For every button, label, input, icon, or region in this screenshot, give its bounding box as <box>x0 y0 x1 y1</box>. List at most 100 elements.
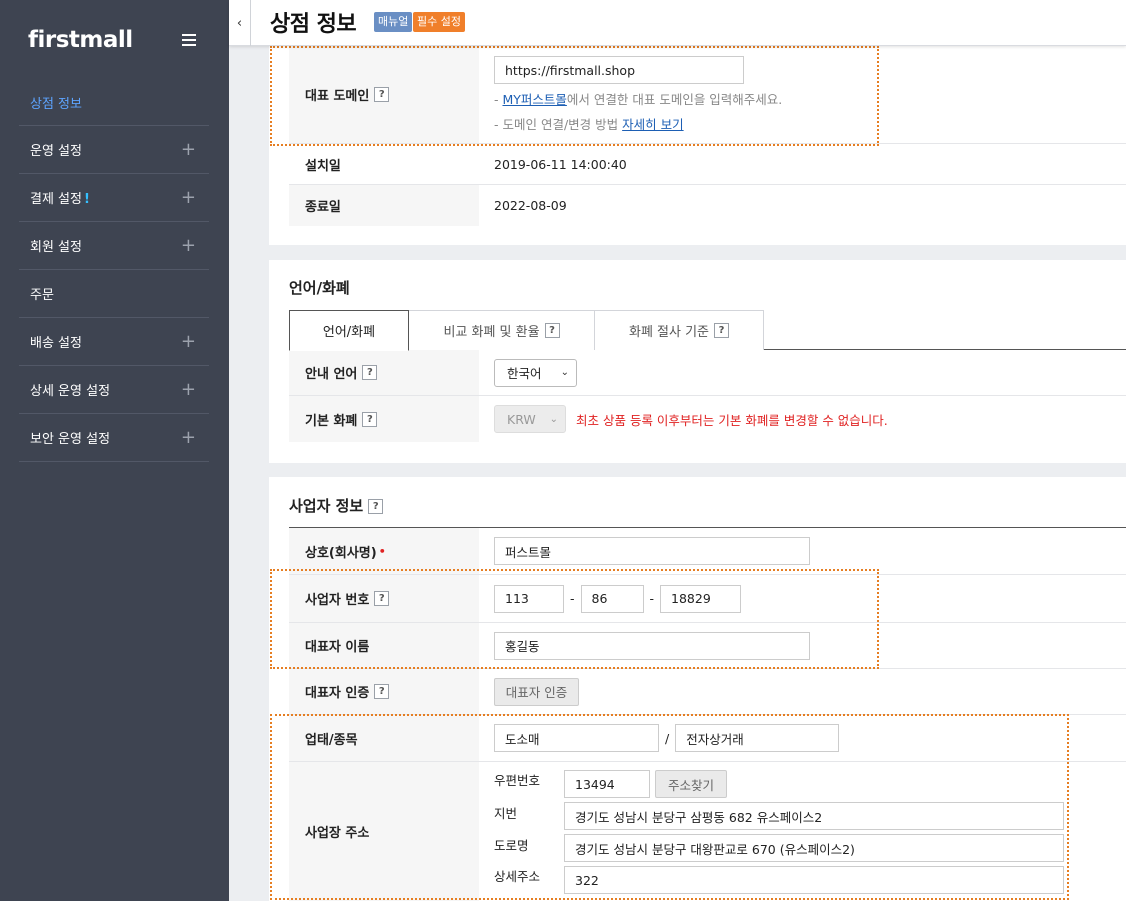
tab-label: 비교 화폐 및 환율 <box>443 325 540 340</box>
plus-icon[interactable]: + <box>181 380 196 399</box>
zip-input[interactable]: 13494 <box>564 770 650 798</box>
company-value-cell: 퍼스트몰 <box>479 528 1126 574</box>
language-select[interactable]: 한국어 ⌄ <box>494 358 577 387</box>
currency-select[interactable]: KRW ⌄ <box>494 405 566 433</box>
sidebar-nav: 상점 정보 운영 설정 + 결제 설정! + 회원 설정 + 주문 배송 설정 … <box>0 80 209 462</box>
chevron-left-icon: ‹ <box>236 15 243 31</box>
sidebar-item-text: 결제 설정 <box>30 192 82 207</box>
my-firstmall-link[interactable]: MY퍼스트몰 <box>502 92 566 107</box>
domain-value-cell: https://firstmall.shop - MY퍼스트몰에서 연결한 대표… <box>479 46 1126 143</box>
required-settings-badge[interactable]: 필수 설정 <box>413 12 465 32</box>
help-icon[interactable]: ? <box>374 591 390 606</box>
help-icon[interactable]: ? <box>374 87 390 102</box>
manual-badge[interactable]: 매뉴얼 <box>374 12 413 32</box>
ceo-name-value-cell: 홍길동 <box>479 623 1126 668</box>
sidebar-item-label: 배송 설정 <box>30 336 82 351</box>
help-icon[interactable]: ? <box>368 499 384 514</box>
currency-value-cell: KRW ⌄ 최초 상품 등록 이후부터는 기본 화폐를 변경할 수 없습니다. <box>479 396 1126 442</box>
tab-exchange-rate[interactable]: 비교 화폐 및 환율? <box>408 310 595 350</box>
sidebar-item-detail-operation[interactable]: 상세 운영 설정 + <box>19 366 209 414</box>
plus-icon[interactable]: + <box>181 188 196 207</box>
sidebar-item-label: 상점 정보 <box>30 97 82 112</box>
bizno-row: 사업자 번호? 113 - 86 - 18829 <box>289 575 1126 623</box>
language-label: 안내 언어? <box>289 350 479 395</box>
currency-warning: 최초 상품 등록 이후부터는 기본 화폐를 변경할 수 없습니다. <box>576 412 888 428</box>
install-date-label: 설치일 <box>289 144 479 184</box>
plus-icon[interactable]: + <box>181 428 196 447</box>
required-mark: • <box>378 544 386 558</box>
business-item-input[interactable]: 전자상거래 <box>675 724 840 752</box>
jibun-address-input[interactable]: 경기도 성남시 분당구 삼평동 682 유스페이스2 <box>564 802 1064 830</box>
page-header: ‹ 상점 정보 매뉴얼 필수 설정 <box>229 0 1126 46</box>
plus-icon[interactable]: + <box>181 332 196 351</box>
tab-language-currency[interactable]: 언어/화폐 <box>289 310 409 351</box>
address-search-button[interactable]: 주소찾기 <box>655 770 727 798</box>
hint-text: 에서 연결한 대표 도메인을 입력해주세요. <box>566 92 783 107</box>
company-input[interactable]: 퍼스트몰 <box>494 537 810 565</box>
sidebar-item-label: 운영 설정 <box>30 144 82 159</box>
sidebar-item-security[interactable]: 보안 운영 설정 + <box>19 414 209 462</box>
install-date-row: 설치일 2019-06-11 14:00:40 <box>289 144 1126 185</box>
detail-address-input[interactable]: 322 <box>564 866 1064 894</box>
domain-panel: 대표 도메인? https://firstmall.shop - MY퍼스트몰에… <box>269 46 1126 245</box>
road-label: 도로명 <box>494 838 529 853</box>
bizno-input-1[interactable]: 113 <box>494 584 564 613</box>
bizno-input-2[interactable]: 86 <box>580 584 644 613</box>
sidebar-item-label: 회원 설정 <box>30 240 82 255</box>
bizno-value-cell: 113 - 86 - 18829 <box>479 575 1126 622</box>
ceo-name-row: 대표자 이름 홍길동 <box>289 623 1126 669</box>
sidebar-item-member[interactable]: 회원 설정 + <box>19 222 209 270</box>
bizno-input-3[interactable]: 18829 <box>660 584 742 613</box>
language-value-cell: 한국어 ⌄ <box>479 350 1126 395</box>
domain-input[interactable]: https://firstmall.shop <box>494 56 744 84</box>
chevron-down-icon: ⌄ <box>549 413 558 425</box>
detail-label: 상세주소 <box>494 869 541 884</box>
company-label: 상호(회사명) • <box>289 528 479 574</box>
language-tabs: 언어/화폐 비교 화폐 및 환율? 화폐 절사 기준? <box>289 310 1126 351</box>
business-type-row: 업태/종목 도소매 / 전자상거래 <box>289 715 1126 762</box>
currency-row: 기본 화폐? KRW ⌄ 최초 상품 등록 이후부터는 기본 화폐를 변경할 수… <box>289 396 1126 442</box>
install-date-value: 2019-06-11 14:00:40 <box>494 156 627 172</box>
sidebar-item-label: 주문 <box>30 288 54 303</box>
company-row: 상호(회사명) • 퍼스트몰 <box>289 528 1126 575</box>
tab-label: 화폐 절사 기준 <box>628 325 710 340</box>
help-icon[interactable]: ? <box>374 684 390 699</box>
help-icon[interactable]: ? <box>714 323 730 338</box>
domain-label-text: 대표 도메인 <box>305 89 370 104</box>
details-link[interactable]: 자세히 보기 <box>622 117 683 132</box>
type-separator: / <box>665 730 670 746</box>
menu-icon[interactable] <box>182 34 196 46</box>
label-text: 사업자 번호 <box>305 593 370 608</box>
tab-currency-rounding[interactable]: 화폐 절사 기준? <box>594 310 764 350</box>
page-title: 상점 정보 <box>270 12 357 37</box>
domain-hint-2: - 도메인 연결/변경 방법 자세히 보기 <box>494 112 1126 137</box>
label-text: 대표자 인증 <box>305 686 370 701</box>
sidebar-item-label: 상세 운영 설정 <box>30 384 111 399</box>
sidebar-item-payment[interactable]: 결제 설정! + <box>19 174 209 222</box>
select-value: KRW <box>507 411 536 427</box>
sidebar-item-label: 보안 운영 설정 <box>30 432 111 447</box>
domain-row: 대표 도메인? https://firstmall.shop - MY퍼스트몰에… <box>289 46 1126 144</box>
plus-icon[interactable]: + <box>181 140 196 159</box>
address-value-cell: 우편번호 13494 주소찾기 지번 경기도 성남시 분당구 삼평동 682 유… <box>479 762 1126 901</box>
help-icon[interactable]: ? <box>362 411 378 427</box>
logo[interactable]: firstmall <box>28 27 133 53</box>
sidebar-item-order[interactable]: 주문 <box>19 270 209 318</box>
business-type-label: 업태/종목 <box>289 715 479 761</box>
help-icon[interactable]: ? <box>362 365 378 380</box>
end-date-row: 종료일 2022-08-09 <box>289 185 1126 226</box>
road-address-input[interactable]: 경기도 성남시 분당구 대왕판교로 670 (유스페이스2) <box>564 834 1064 862</box>
language-currency-panel: 언어/화폐 언어/화폐 비교 화폐 및 환율? 화폐 절사 기준? 안내 언어?… <box>269 260 1126 463</box>
help-icon[interactable]: ? <box>544 323 560 338</box>
plus-icon[interactable]: + <box>181 236 196 255</box>
business-type-input[interactable]: 도소매 <box>494 724 659 752</box>
ceo-auth-button[interactable]: 대표자 인증 <box>494 677 579 706</box>
bizno-separator: - <box>570 591 575 606</box>
sidebar-item-store-info[interactable]: 상점 정보 <box>19 80 209 126</box>
sidebar-item-shipping[interactable]: 배송 설정 + <box>19 318 209 366</box>
ceo-auth-row: 대표자 인증? 대표자 인증 <box>289 669 1126 715</box>
collapse-sidebar-button[interactable]: ‹ <box>229 0 251 46</box>
address-label: 사업장 주소 <box>289 762 479 901</box>
sidebar-item-operation[interactable]: 운영 설정 + <box>19 126 209 174</box>
ceo-name-input[interactable]: 홍길동 <box>494 631 810 660</box>
